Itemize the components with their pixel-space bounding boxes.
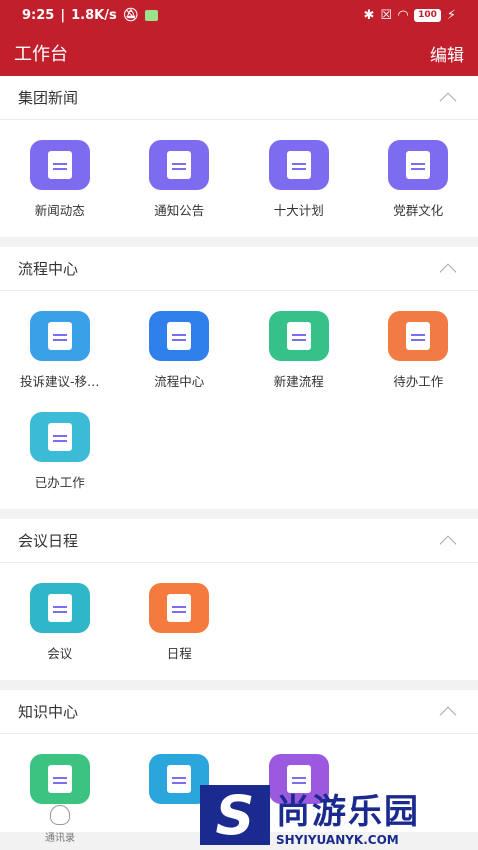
icon-glyph bbox=[167, 322, 192, 350]
watermark-logo: S bbox=[200, 784, 270, 847]
document-icon bbox=[149, 140, 210, 190]
app-grid: 会议 日程 bbox=[0, 563, 478, 680]
icon-glyph bbox=[286, 322, 311, 350]
app-notification-icon bbox=[145, 9, 159, 21]
icon-glyph bbox=[167, 151, 192, 179]
icon-glyph bbox=[286, 151, 311, 179]
icon-glyph bbox=[167, 594, 192, 622]
section-card: 集团新闻新闻动态 通知公告 十大计划 党群文化 bbox=[0, 76, 478, 237]
app-grid: 投诉建议-移… 流程中心 新建流程 待办工作已办工作 bbox=[0, 291, 478, 509]
section-card: 会议日程 会议 日程 bbox=[0, 519, 478, 680]
icon-glyph bbox=[406, 151, 431, 179]
section-title: 会议日程 bbox=[18, 532, 79, 550]
contacts-label: 通讯录 bbox=[45, 832, 75, 844]
app-tile[interactable]: 党群文化 bbox=[359, 128, 478, 229]
charging-icon: ⚡ bbox=[446, 7, 456, 23]
page-title: 工作台 bbox=[14, 44, 68, 65]
app-tile-label: 通知公告 bbox=[154, 203, 205, 218]
app-tile[interactable]: 流程中心 bbox=[120, 299, 240, 400]
chevron-up-icon[interactable] bbox=[439, 535, 457, 552]
app-tile[interactable]: 会议 bbox=[0, 571, 120, 672]
app-tile-label: 日程 bbox=[166, 646, 192, 661]
app-tile[interactable]: 新建流程 bbox=[239, 299, 359, 400]
network-speed: 1.8K/s bbox=[71, 7, 117, 23]
section-header[interactable]: 知识中心 bbox=[0, 690, 478, 734]
document-icon bbox=[268, 140, 329, 190]
app-tile[interactable]: 待办工作 bbox=[359, 299, 478, 400]
watermark-text: 尚游乐园 bbox=[276, 791, 420, 832]
icon-glyph bbox=[406, 322, 431, 350]
clock: 9:25 bbox=[22, 7, 55, 23]
new-flow-icon bbox=[268, 311, 329, 361]
icon-glyph bbox=[47, 594, 72, 622]
document-icon bbox=[29, 140, 90, 190]
section-header[interactable]: 流程中心 bbox=[0, 247, 478, 291]
app-header: 工作台 编辑 bbox=[0, 30, 478, 76]
app-tile-label: 待办工作 bbox=[393, 374, 444, 389]
app-tile-label: 新建流程 bbox=[273, 374, 324, 389]
section-title: 知识中心 bbox=[18, 703, 79, 721]
app-tile-label: 新闻动态 bbox=[34, 203, 85, 218]
section-list: 集团新闻 新闻动态 通知公告 十大计划 党群文化 流程中心 投诉建议-移… 流程中心 新建流程待… bbox=[0, 76, 478, 832]
pending-icon bbox=[388, 311, 449, 361]
app-tile[interactable]: 已办工作 bbox=[0, 400, 120, 501]
icon-glyph bbox=[47, 151, 72, 179]
done-icon bbox=[29, 412, 90, 462]
icon-glyph bbox=[47, 322, 72, 350]
watermark: S 尚游乐园 SHYIYUANYK.COM bbox=[200, 780, 478, 850]
kit-icon bbox=[29, 754, 90, 804]
sim-icon: ☒ bbox=[380, 7, 393, 23]
watermark-url: SHYIYUANYK.COM bbox=[276, 832, 399, 847]
section-title: 流程中心 bbox=[18, 260, 79, 278]
status-bar: 9:25 | 1.8K/s 🔕︎ ✱ ☒ ◠ 100 ⚡ bbox=[0, 0, 478, 30]
icon-glyph bbox=[167, 765, 192, 793]
calendar-icon bbox=[149, 583, 210, 633]
app-tile-label: 会议 bbox=[47, 646, 73, 661]
app-tile-label: 流程中心 bbox=[154, 374, 205, 389]
stack-icon bbox=[149, 311, 210, 361]
app-tile-label: 投诉建议-移… bbox=[19, 374, 100, 389]
battery-icon: 100 bbox=[414, 8, 441, 22]
app-tile[interactable]: 通知公告 bbox=[120, 128, 240, 229]
app-tile-label: 党群文化 bbox=[393, 203, 444, 218]
wifi-icon: ◠ bbox=[398, 7, 409, 23]
bluetooth-icon: ✱ bbox=[363, 7, 375, 23]
contacts-tab[interactable]: 通讯录 bbox=[0, 798, 120, 850]
edit-button[interactable]: 编辑 bbox=[430, 41, 464, 66]
section-card: 流程中心 投诉建议-移… 流程中心 新建流程 待办工作 已办工作 bbox=[0, 247, 478, 509]
section-header[interactable]: 会议日程 bbox=[0, 519, 478, 563]
app-tile[interactable]: 十大计划 bbox=[239, 128, 359, 229]
mute-bell-icon: 🔕︎ bbox=[122, 7, 140, 23]
app-tile-label: 已办工作 bbox=[34, 475, 85, 490]
app-tile[interactable]: 日程 bbox=[120, 571, 240, 672]
meeting-icon bbox=[29, 583, 90, 633]
section-title: 集团新闻 bbox=[18, 89, 79, 107]
chevron-up-icon[interactable] bbox=[439, 263, 457, 280]
app-tile[interactable]: 投诉建议-移… bbox=[0, 299, 120, 400]
form-icon bbox=[29, 311, 90, 361]
app-tile-label: 十大计划 bbox=[273, 203, 324, 218]
app-tile[interactable]: 新闻动态 bbox=[0, 128, 120, 229]
icon-glyph bbox=[47, 765, 72, 793]
chevron-up-icon[interactable] bbox=[439, 706, 457, 723]
document-icon bbox=[388, 140, 449, 190]
contacts-icon bbox=[50, 804, 70, 825]
chevron-up-icon[interactable] bbox=[439, 92, 457, 109]
icon-glyph bbox=[47, 423, 72, 451]
section-header[interactable]: 集团新闻 bbox=[0, 76, 478, 120]
app-grid: 新闻动态 通知公告 十大计划 党群文化 bbox=[0, 120, 478, 237]
